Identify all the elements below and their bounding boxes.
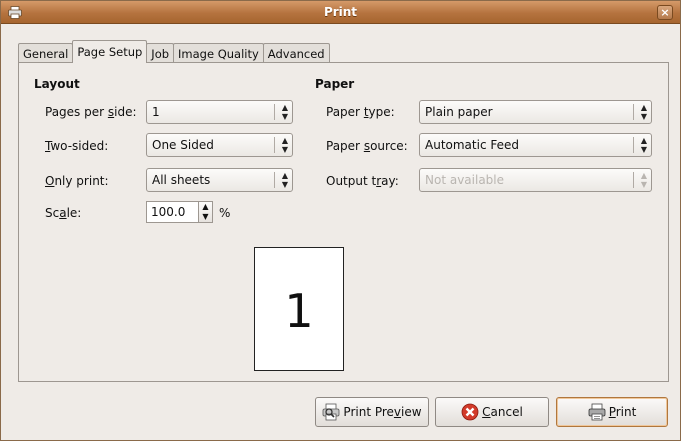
output-tray-select[interactable]: Not available ▲ ▼	[419, 168, 652, 192]
preview-page-number: 1	[284, 284, 314, 338]
close-button[interactable]: ×	[657, 5, 673, 20]
scale-unit: %	[219, 206, 231, 220]
paper-heading: Paper	[315, 77, 355, 91]
combo-separator	[274, 172, 275, 188]
cancel-icon	[461, 403, 479, 421]
layout-heading: Layout	[34, 77, 80, 91]
tab-image-quality[interactable]: Image Quality	[173, 43, 264, 63]
spin-arrows-icon: ▲ ▼	[202, 202, 209, 221]
updown-arrows-icon: ▲ ▼	[281, 136, 288, 154]
paper-type-select[interactable]: Plain paper ▲ ▼	[419, 100, 652, 124]
updown-arrows-icon: ▲ ▼	[281, 171, 288, 189]
two-sided-label: Two-sided:	[45, 139, 109, 153]
combo-separator	[633, 172, 634, 188]
print-icon	[588, 403, 606, 421]
cancel-label: Cancel	[482, 405, 523, 419]
close-icon: ×	[660, 6, 670, 19]
scale-value: 100.0	[151, 205, 186, 219]
two-sided-select[interactable]: One Sided ▲ ▼	[146, 133, 293, 157]
tab-general[interactable]: General	[18, 43, 74, 63]
paper-type-value: Plain paper	[425, 105, 493, 119]
updown-arrows-icon: ▲ ▼	[640, 171, 647, 189]
scale-input[interactable]: 100.0	[146, 201, 199, 223]
paper-source-value: Automatic Feed	[425, 138, 519, 152]
output-tray-value: Not available	[425, 173, 505, 187]
only-print-select[interactable]: All sheets ▲ ▼	[146, 168, 293, 192]
print-preview-button[interactable]: Print Preview	[315, 397, 429, 427]
title-bar[interactable]: Print ×	[1, 1, 680, 24]
tab-job[interactable]: Job	[146, 43, 175, 63]
tab-bar: General Page Setup Job Image Quality Adv…	[18, 40, 330, 63]
paper-source-label: Paper source:	[326, 139, 408, 153]
tab-page-setup[interactable]: Page Setup	[72, 40, 148, 63]
combo-separator	[633, 137, 634, 153]
combo-separator	[274, 104, 275, 120]
scale-spin-button[interactable]: ▲ ▼	[199, 201, 213, 223]
pages-per-side-label: Pages per side:	[45, 105, 137, 119]
tab-advanced[interactable]: Advanced	[262, 43, 330, 63]
output-tray-label: Output tray:	[326, 174, 399, 188]
page-preview: 1	[254, 247, 344, 371]
pages-per-side-value: 1	[152, 105, 160, 119]
combo-separator	[633, 104, 634, 120]
print-preview-label: Print Preview	[343, 405, 422, 419]
paper-type-label: Paper type:	[326, 105, 395, 119]
updown-arrows-icon: ▲ ▼	[640, 103, 647, 121]
cancel-button[interactable]: Cancel	[435, 397, 549, 427]
print-label: Print	[608, 405, 637, 419]
updown-arrows-icon: ▲ ▼	[281, 103, 288, 121]
print-dialog: Print × General Page Setup Job Image Qua…	[0, 0, 681, 441]
combo-separator	[274, 137, 275, 153]
pages-per-side-select[interactable]: 1 ▲ ▼	[146, 100, 293, 124]
window-title: Print	[323, 5, 358, 19]
updown-arrows-icon: ▲ ▼	[640, 136, 647, 154]
print-preview-icon	[323, 403, 340, 421]
paper-source-select[interactable]: Automatic Feed ▲ ▼	[419, 133, 652, 157]
two-sided-value: One Sided	[152, 138, 214, 152]
scale-label: Scale:	[45, 206, 82, 220]
only-print-label: Only print:	[45, 174, 109, 188]
print-button[interactable]: Print	[556, 397, 668, 427]
only-print-value: All sheets	[152, 173, 211, 187]
